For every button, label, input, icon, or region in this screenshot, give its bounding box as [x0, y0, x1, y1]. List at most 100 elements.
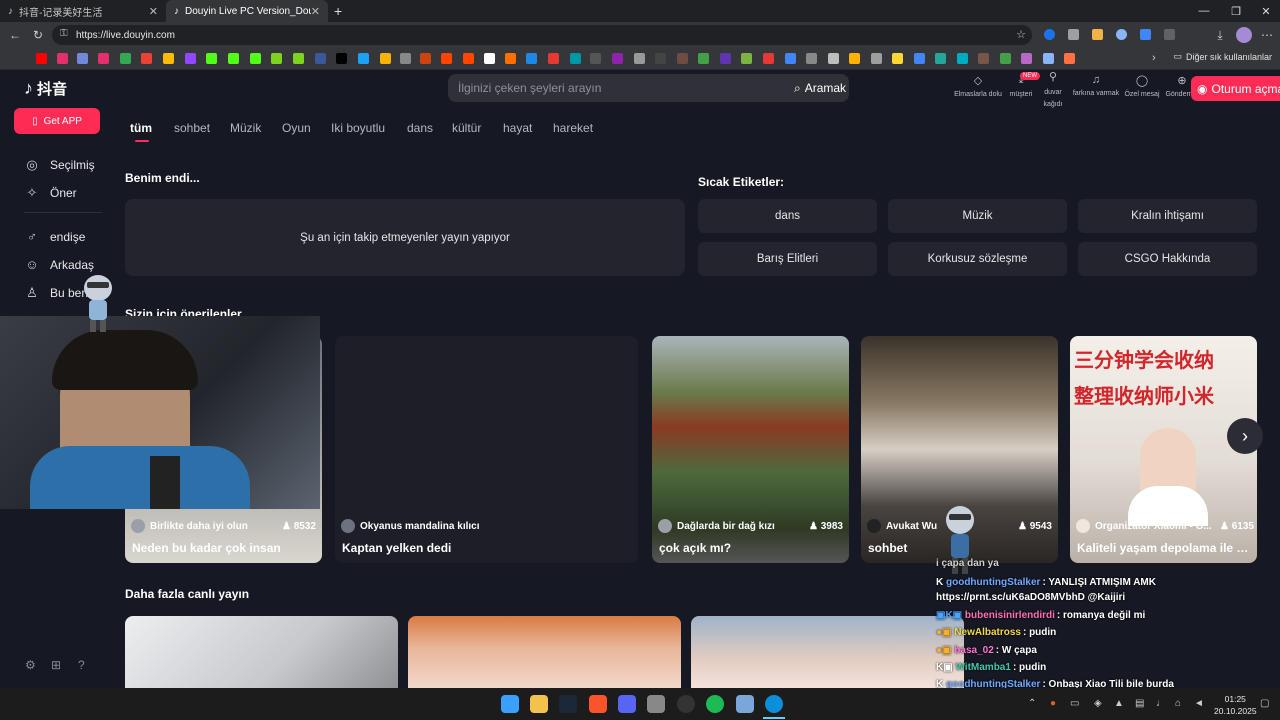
download-icon[interactable]: ⤓ [1211, 26, 1229, 44]
live-card[interactable]: Dağlarda bir dağ kızı ♟ 3983 çok açık mı… [652, 336, 849, 563]
bookmark-icon[interactable] [120, 53, 131, 64]
bookmark-icon[interactable] [484, 53, 495, 64]
bookmark-icon[interactable] [505, 53, 516, 64]
sidebar-item-follow[interactable]: ♂ endişe [24, 229, 85, 244]
bookmark-icon[interactable] [849, 53, 860, 64]
bookmark-icon[interactable] [590, 53, 601, 64]
spotify-icon[interactable] [706, 695, 724, 713]
browser-tab-douyin-home[interactable]: ♪ 抖音-记录美好生活 ✕ [0, 0, 166, 22]
bookmark-icon[interactable] [634, 53, 645, 64]
bookmark-icon[interactable] [441, 53, 452, 64]
close-window-button[interactable]: ✕ [1250, 0, 1280, 22]
bookmark-icon[interactable] [570, 53, 581, 64]
bookmark-icon[interactable] [463, 53, 474, 64]
chevron-up-icon[interactable]: ⌃ [1028, 698, 1036, 709]
bookmark-icon[interactable] [206, 53, 217, 64]
bookmark-icon[interactable] [228, 53, 239, 64]
bookmark-icon[interactable] [163, 53, 174, 64]
bookmark-icon[interactable] [548, 53, 559, 64]
tray-icon[interactable]: ▭ [1070, 698, 1079, 709]
apps-icon[interactable]: ⊞ [51, 658, 61, 672]
next-arrow-button[interactable]: › [1227, 418, 1263, 454]
hot-tag[interactable]: Barış Elitleri [698, 242, 877, 276]
douyin-logo[interactable]: ♪ 抖音 [24, 78, 67, 99]
tab-dance[interactable]: dans [407, 121, 433, 135]
bookmark-icon[interactable] [1043, 53, 1054, 64]
obs-icon[interactable] [677, 695, 695, 713]
tray-icon[interactable]: ● [1050, 698, 1056, 709]
file-explorer-icon[interactable] [530, 695, 548, 713]
bookmark-icon[interactable] [315, 53, 326, 64]
live-card[interactable] [125, 616, 398, 688]
discord-icon[interactable] [618, 695, 636, 713]
live-card[interactable] [408, 616, 681, 688]
network-icon[interactable]: ⌂ [1175, 698, 1181, 709]
bookmark-icon[interactable] [957, 53, 968, 64]
live-card[interactable]: 三分钟学会收纳 整理收纳师小米 Organizatör Xiaomi - G..… [1070, 336, 1257, 563]
sidebar-item-selected[interactable]: ◎ Seçilmiş [24, 157, 94, 173]
address-bar[interactable]: ⚿ https://live.douyin.com ☆ [52, 25, 1032, 45]
tray-icon[interactable]: ◈ [1094, 698, 1102, 709]
bookmark-icon[interactable] [741, 53, 752, 64]
sidebar-item-recommend[interactable]: ✧ Öner [24, 185, 77, 201]
favorite-star-icon[interactable]: ☆ [1016, 28, 1026, 41]
tab-2d[interactable]: Iki boyutlu [331, 121, 385, 135]
extension-icon[interactable] [1164, 29, 1175, 40]
search-input[interactable]: İlginizi çeken şeyleri arayın [458, 81, 601, 95]
brave-icon[interactable] [589, 695, 607, 713]
browser-tab-douyin-live[interactable]: ♪ Douyin Live PC Version_Douyin L ✕ [166, 0, 328, 22]
tab-culture[interactable]: kültür [452, 121, 481, 135]
bookmark-icon[interactable] [935, 53, 946, 64]
extension-icon[interactable] [1140, 29, 1151, 40]
extension-icon[interactable] [1092, 29, 1103, 40]
app-icon[interactable] [647, 695, 665, 713]
bookmark-icon[interactable] [57, 53, 68, 64]
new-tab-button[interactable]: + [334, 3, 342, 19]
reload-icon[interactable]: ↻ [29, 26, 47, 44]
hot-tag[interactable]: Müzik [888, 199, 1067, 233]
hot-tag[interactable]: CSGO Hakkında [1078, 242, 1257, 276]
minimize-button[interactable]: — [1188, 0, 1220, 22]
messages-button[interactable]: ◯ Özel mesaj [1123, 74, 1161, 98]
live-card[interactable] [691, 616, 964, 688]
tray-icon[interactable]: ▤ [1135, 698, 1144, 709]
bookmark-icon[interactable] [400, 53, 411, 64]
login-button[interactable]: ◉ Oturum açma [1191, 76, 1280, 101]
bookmark-icon[interactable] [358, 53, 369, 64]
steam-icon[interactable] [559, 695, 577, 713]
volume-icon[interactable]: ◄ [1194, 698, 1204, 709]
tab-all[interactable]: tüm [130, 121, 152, 135]
bookmark-icon[interactable] [98, 53, 109, 64]
settings-icon[interactable]: ⚙ [25, 658, 36, 672]
bookmark-icon[interactable] [1064, 53, 1075, 64]
bookmark-icon[interactable] [1021, 53, 1032, 64]
hot-tag[interactable]: Kralın ihtişamı [1078, 199, 1257, 233]
bookmark-icon[interactable] [655, 53, 666, 64]
tab-music[interactable]: Müzik [230, 121, 261, 135]
diamonds-button[interactable]: ◇ Elmaslarla dolu [953, 74, 1003, 98]
bookmark-icon[interactable] [293, 53, 304, 64]
bookmark-icon[interactable] [978, 53, 989, 64]
notification-icon[interactable]: ▢ [1260, 698, 1269, 709]
bookmark-icon[interactable] [698, 53, 709, 64]
following-title[interactable]: Benim endi... [125, 171, 200, 185]
bookmark-icon[interactable] [720, 53, 731, 64]
notifications-button[interactable]: ♫ farkına varmak [1069, 74, 1123, 97]
bookmark-icon[interactable] [36, 53, 47, 64]
extension-icon[interactable] [1044, 29, 1055, 40]
bookmark-icon[interactable] [271, 53, 282, 64]
hot-tag[interactable]: dans [698, 199, 877, 233]
app-icon[interactable] [736, 695, 754, 713]
site-info-icon[interactable]: ⚿ [60, 28, 68, 39]
profile-avatar[interactable] [1236, 27, 1252, 43]
get-app-button[interactable]: ▯ Get APP [14, 108, 100, 134]
bookmark-icon[interactable] [871, 53, 882, 64]
bookmark-icon[interactable] [892, 53, 903, 64]
bookmark-icon[interactable] [806, 53, 817, 64]
hot-tag[interactable]: Korkusuz sözleşme [888, 242, 1067, 276]
bookmark-icon[interactable] [526, 53, 537, 64]
extension-icon[interactable] [1068, 29, 1079, 40]
tab-sports[interactable]: hareket [553, 121, 593, 135]
close-tab-icon[interactable]: ✕ [311, 5, 320, 18]
bookmark-icon[interactable] [141, 53, 152, 64]
